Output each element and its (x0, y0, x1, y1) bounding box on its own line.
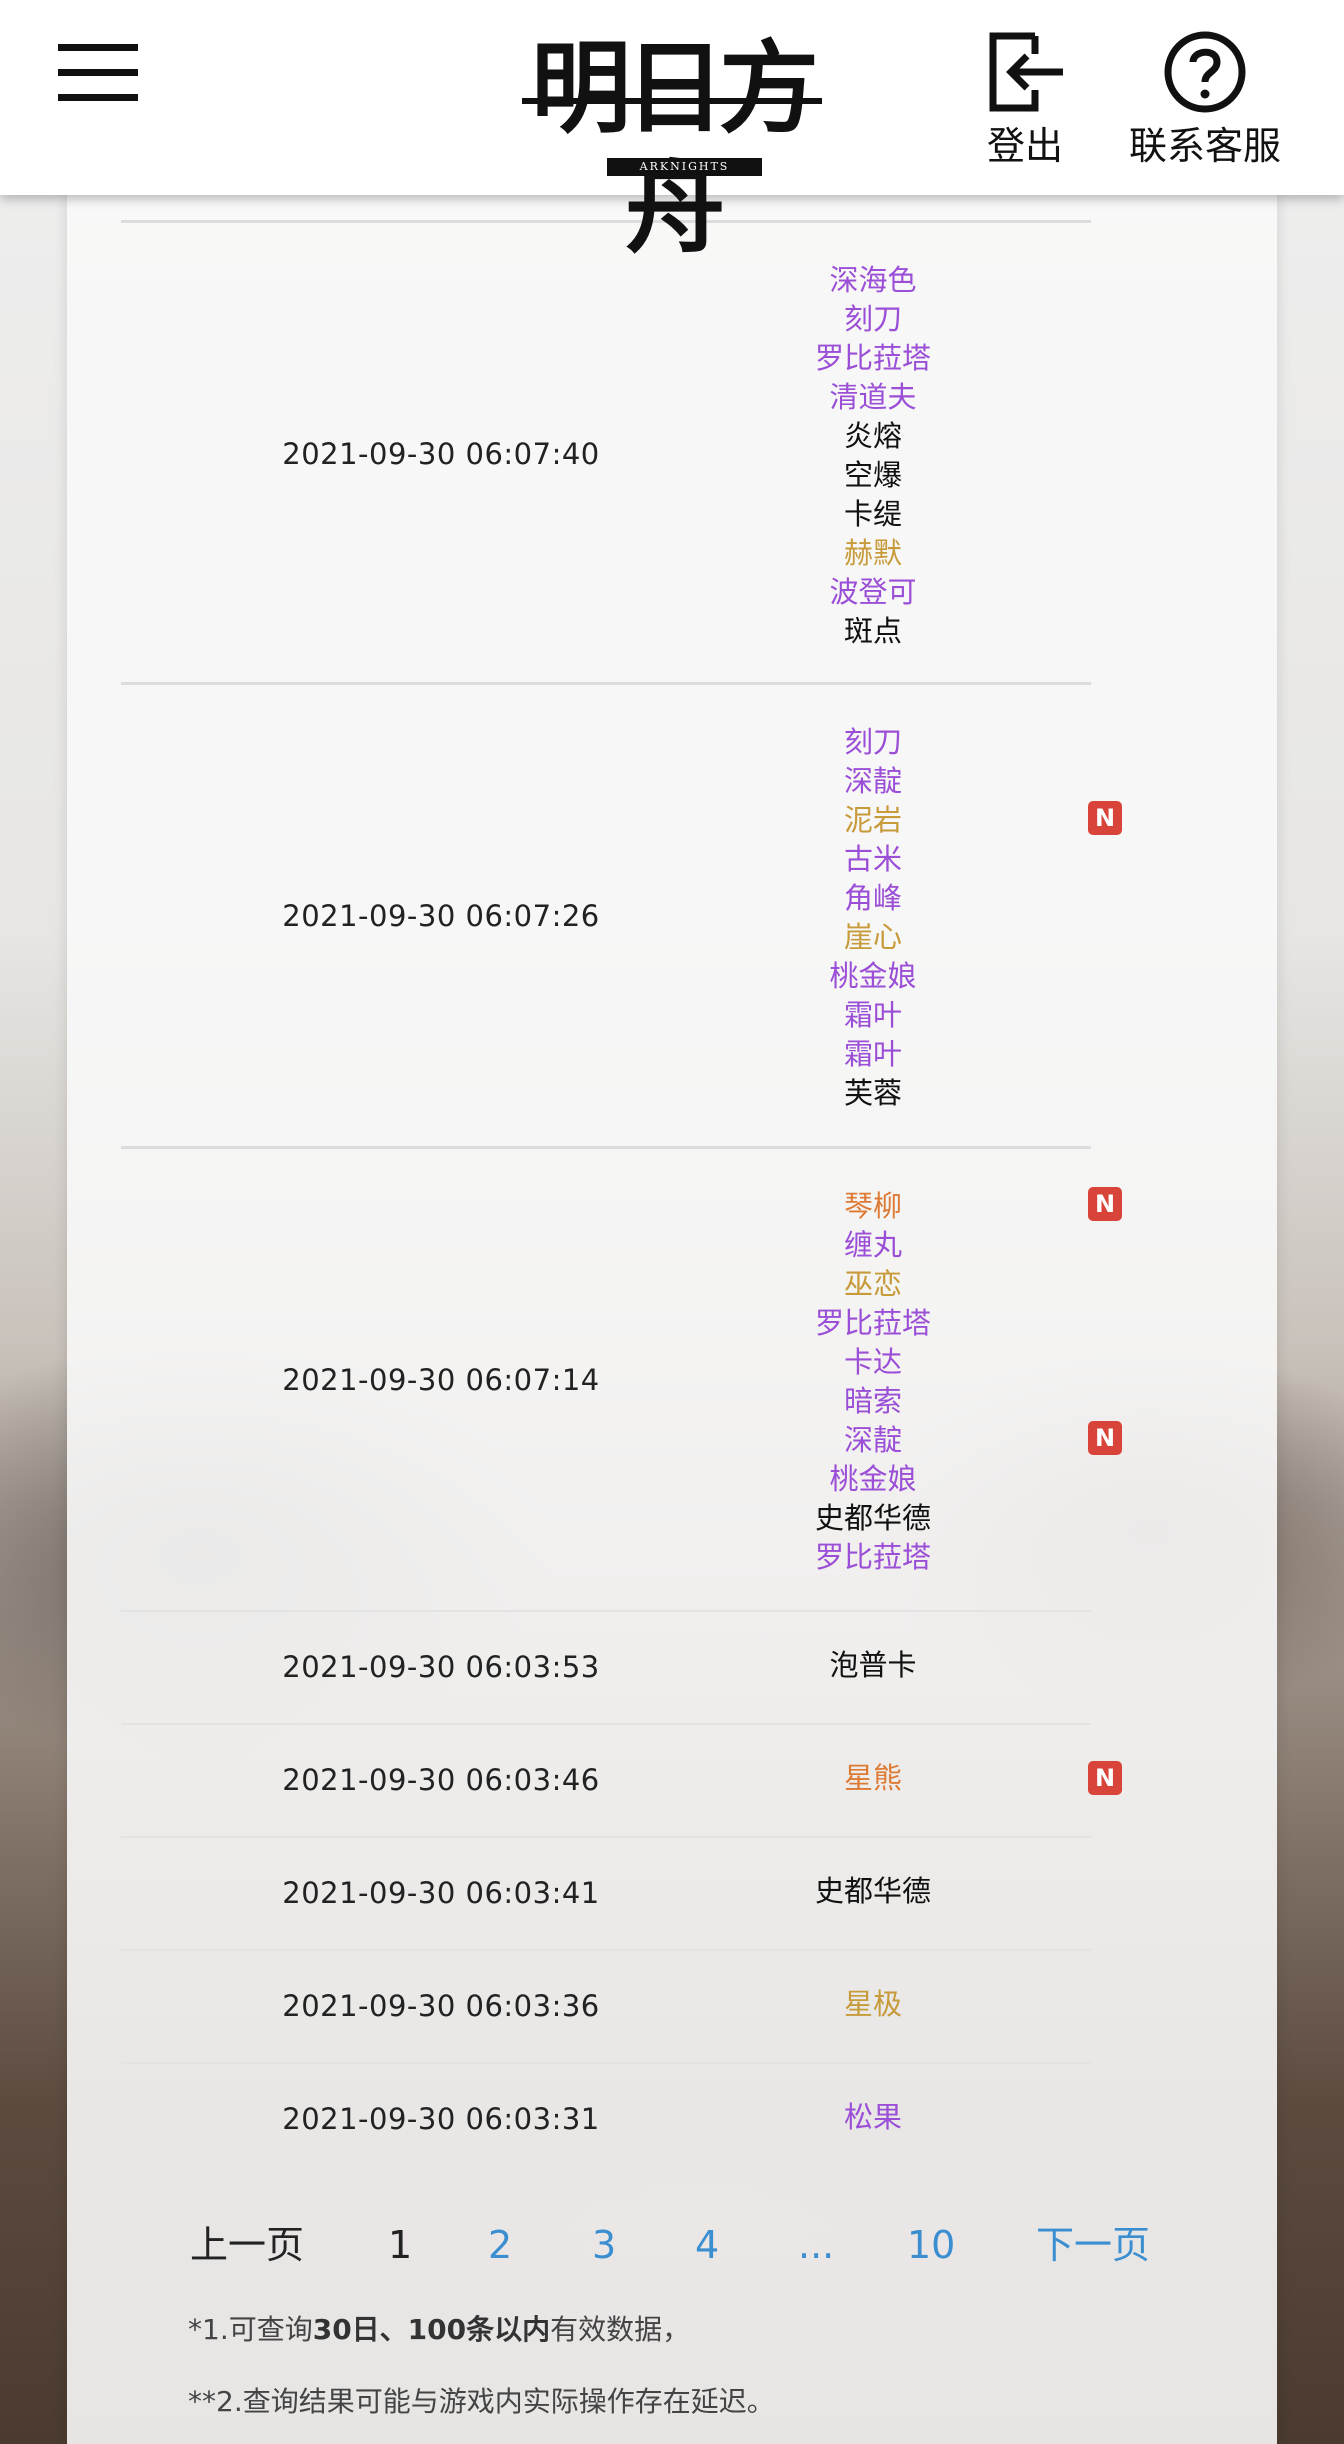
note-1-bold: 30日、100条以内 (312, 2313, 551, 2346)
record-time: 2021-09-30 06:07:26 (282, 899, 600, 933)
note-delay: **2.查询结果可能与游戏内实际操作存在延迟。 (188, 2385, 775, 2418)
new-badge: N (1088, 1421, 1122, 1455)
note-1-suffix: 有效数据， (550, 2313, 691, 2346)
page-4-link[interactable]: 4 (695, 2210, 719, 2280)
pagination: 上一页 1 2 3 4 ... 10 下一页 (0, 2210, 1344, 2280)
operator-name: 斑点 (843, 614, 902, 648)
operator-name: 清道夫 (829, 380, 917, 414)
operator-name: 泥岩 (843, 803, 902, 837)
operator-name: 霜叶 (843, 1037, 902, 1071)
prev-page-button[interactable]: 上一页 (190, 2210, 304, 2280)
page-3-link[interactable]: 3 (592, 2210, 616, 2280)
contact-support-label: 联系客服 (1128, 124, 1281, 168)
operator-list: 松果 (761, 2098, 985, 2137)
operator-name: 霜叶 (843, 998, 902, 1032)
record-time: 2021-09-30 06:03:31 (282, 2102, 600, 2136)
operator-name: 卡缇 (843, 497, 902, 531)
record-time: 2021-09-30 06:07:40 (282, 437, 600, 471)
page-1-current: 1 (388, 2223, 413, 2267)
next-page-button[interactable]: 下一页 (1036, 2210, 1150, 2280)
operator-name: 赫默 (843, 536, 902, 570)
operator-list: 星极 (761, 1985, 985, 2024)
operator-name: 刻刀 (843, 725, 902, 759)
operator-name: 泡普卡 (829, 1648, 917, 1682)
operator-name: 角峰 (843, 881, 902, 915)
table-row: 2021-09-30 06:07:40 深海色 刻刀 罗比菈塔 清道夫 炎熔 空… (121, 220, 1091, 685)
operator-list: 深海色 刻刀 罗比菈塔 清道夫 炎熔 空爆 卡缇 赫默 波登可 斑点 (761, 261, 985, 651)
operator-name: 巫恋 (843, 1267, 902, 1301)
table-row: 2021-09-30 06:03:46 星熊 N (121, 1723, 1122, 1838)
new-badge: N (1088, 801, 1122, 835)
hamburger-menu-icon[interactable] (58, 44, 138, 102)
operator-name: 波登可 (829, 575, 917, 609)
record-time: 2021-09-30 06:03:53 (282, 1650, 600, 1684)
operator-list: 琴柳 缠丸 巫恋 罗比菈塔 卡达 暗索 深靛 桃金娘 史都华德 罗比菈塔 (761, 1187, 985, 1577)
note-query-limit: *1.可查询30日、100条以内有效数据， (188, 2310, 690, 2350)
operator-name: 罗比菈塔 (814, 341, 931, 375)
note-1-prefix: *1.可查询 (188, 2313, 313, 2346)
operator-name: 星极 (843, 1987, 902, 2021)
operator-name: 卡达 (843, 1345, 902, 1379)
top-header: 明日方舟 ARKNIGHTS 登出 联系客服 (0, 0, 1344, 267)
table-row: 2021-09-30 06:03:53 泡普卡 (121, 1610, 1091, 1725)
logout-icon (989, 32, 1063, 112)
table-row: 2021-09-30 06:07:26 刻刀 深靛 泥岩 古米 角峰 崖心 桃金… (121, 682, 1122, 1149)
operator-name: 松果 (843, 2100, 902, 2134)
operator-name: 罗比菈塔 (814, 1306, 931, 1340)
operator-list: 史都华德 (761, 1872, 985, 1911)
operator-list: 星熊 (761, 1759, 985, 1798)
operator-name: 古米 (843, 842, 902, 876)
operator-name: 桃金娘 (829, 959, 917, 993)
table-row: 2021-09-30 06:07:14 琴柳 缠丸 巫恋 罗比菈塔 卡达 暗索 … (121, 1146, 1122, 1613)
new-badge: N (1088, 1761, 1122, 1795)
pagination-ellipsis: ... (798, 2223, 835, 2267)
operator-name: 桃金娘 (829, 1462, 917, 1496)
table-row: 2021-09-30 06:03:41 史都华德 (121, 1836, 1091, 1951)
operator-name: 炎熔 (843, 419, 902, 453)
operator-name: 深靛 (843, 1423, 902, 1457)
operator-name: 史都华德 (814, 1501, 931, 1535)
page-10-link[interactable]: 10 (907, 2210, 955, 2280)
operator-name: 缠丸 (843, 1228, 902, 1262)
record-time: 2021-09-30 06:07:14 (282, 1363, 600, 1397)
operator-name: 刻刀 (843, 302, 902, 336)
operator-name: 琴柳 (843, 1189, 902, 1223)
logout-button[interactable]: 登出 (975, 30, 1075, 180)
record-time: 2021-09-30 06:03:41 (282, 1876, 600, 1910)
table-row: 2021-09-30 06:03:31 松果 (121, 2062, 1091, 2177)
operator-list: 刻刀 深靛 泥岩 古米 角峰 崖心 桃金娘 霜叶 霜叶 芙蓉 (761, 723, 985, 1113)
operator-name: 罗比菈塔 (814, 1540, 931, 1574)
table-row: 2021-09-30 06:03:36 星极 (121, 1949, 1091, 2064)
operator-name: 崖心 (843, 920, 902, 954)
record-time: 2021-09-30 06:03:46 (282, 1763, 600, 1797)
arknights-logo: 明日方舟 ARKNIGHTS (512, 20, 832, 267)
operator-name: 史都华德 (814, 1874, 931, 1908)
operator-list: 泡普卡 (761, 1646, 985, 1685)
operator-name: 芙蓉 (843, 1076, 902, 1110)
record-time: 2021-09-30 06:03:36 (282, 1989, 600, 2023)
operator-name: 空爆 (843, 458, 902, 492)
logo-text: 明日方舟 (531, 29, 819, 267)
logo-subtitle: ARKNIGHTS (607, 158, 762, 176)
page-2-link[interactable]: 2 (488, 2210, 512, 2280)
new-badge: N (1088, 1187, 1122, 1221)
operator-name: 深靛 (843, 764, 902, 798)
operator-name: 暗索 (843, 1384, 902, 1418)
logout-label: 登出 (986, 124, 1063, 168)
help-question-icon (1164, 31, 1246, 113)
contact-support-button[interactable]: 联系客服 (1120, 30, 1290, 180)
operator-name: 星熊 (843, 1761, 902, 1795)
